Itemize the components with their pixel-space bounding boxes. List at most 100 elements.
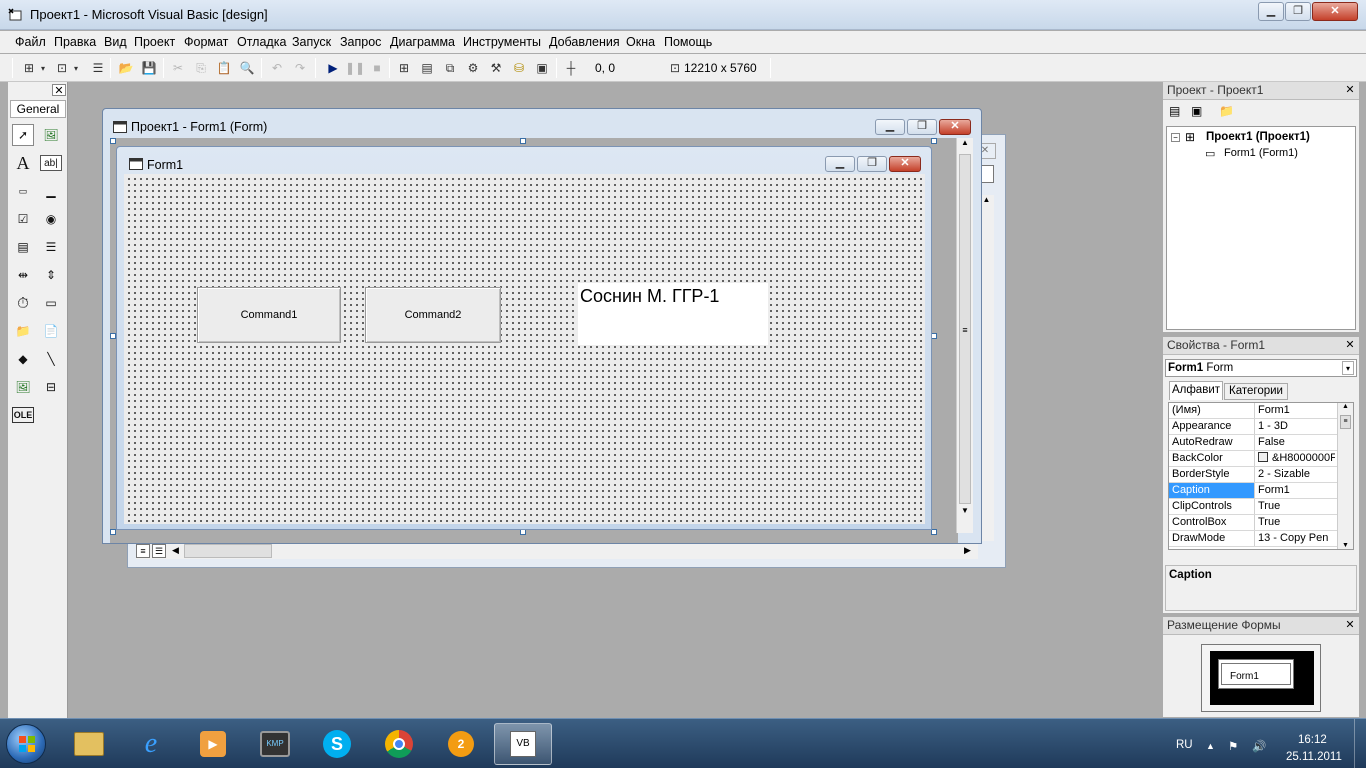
vscroll-thumb[interactable]: ≡ <box>1340 415 1351 429</box>
view-object-icon[interactable]: ▣ <box>1191 104 1207 120</box>
designer-minimize-button[interactable]: ▁ <box>875 119 905 135</box>
show-hidden-icons-icon[interactable]: ▲ <box>1206 741 1215 751</box>
cut-icon[interactable]: ✂ <box>169 59 187 77</box>
scroll-down-icon[interactable]: ▼ <box>957 506 973 515</box>
timer-tool-icon[interactable]: ⏱ <box>12 292 34 314</box>
line-tool-icon[interactable]: ╲ <box>40 348 62 370</box>
menu-tools[interactable]: Инструменты <box>463 35 541 49</box>
object-browser-icon[interactable]: ⚙ <box>464 59 482 77</box>
skype-taskbar-icon[interactable]: S <box>308 723 366 765</box>
scroll-up-icon[interactable]: ▲ <box>1338 403 1353 415</box>
scroll-up-icon[interactable]: ▲ <box>957 138 973 152</box>
textbox-tool-icon[interactable]: ab| <box>40 155 62 171</box>
minimize-button[interactable]: ▁ <box>1258 2 1284 21</box>
pointer-tool-icon[interactable]: ➚ <box>12 124 34 146</box>
vb6-taskbar-icon[interactable]: VB <box>494 723 552 765</box>
tab-categorized[interactable]: Категории <box>1224 383 1288 400</box>
explorer-taskbar-icon[interactable] <box>60 723 118 765</box>
menu-query[interactable]: Запрос <box>340 35 381 49</box>
property-value[interactable]: True <box>1255 515 1335 530</box>
hscroll-thumb[interactable] <box>184 544 272 558</box>
filelistbox-tool-icon[interactable]: 📄 <box>40 320 62 342</box>
layout-form-preview[interactable]: Form1 <box>1218 659 1294 689</box>
hscrollbar-tool-icon[interactable]: ⇹ <box>12 264 34 286</box>
property-value[interactable]: Form1 <box>1255 403 1335 418</box>
selection-handle[interactable] <box>110 138 116 144</box>
property-value[interactable]: 13 - Copy Pen <box>1255 531 1335 546</box>
property-row[interactable]: ControlBox True <box>1169 515 1353 531</box>
properties-panel-close-icon[interactable]: ✕ <box>1343 339 1357 351</box>
form1-client-grid[interactable] <box>124 174 925 524</box>
add-form-icon[interactable]: ⊡ <box>53 59 71 77</box>
tree-collapse-icon[interactable]: − <box>1171 133 1180 142</box>
menu-diagram[interactable]: Диаграмма <box>390 35 455 49</box>
toolbox-close-icon[interactable]: ✕ <box>52 84 66 97</box>
vscrollbar-tool-icon[interactable]: ⇕ <box>40 264 62 286</box>
title-bar[interactable]: Проект1 - Microsoft Visual Basic [design… <box>0 0 1366 30</box>
end-icon[interactable]: ■ <box>368 59 386 77</box>
form1-maximize-button[interactable]: ❐ <box>857 156 887 172</box>
vb-app-icon[interactable] <box>8 7 24 23</box>
menu-edit[interactable]: Правка <box>54 35 96 49</box>
property-row[interactable]: Caption Form1 <box>1169 483 1353 499</box>
start-icon[interactable]: ▶ <box>324 59 342 77</box>
checkbox-tool-icon[interactable]: ☑ <box>12 208 34 230</box>
find-icon[interactable]: 🔍 <box>238 59 256 77</box>
selection-handle[interactable] <box>520 138 526 144</box>
media-player-taskbar-icon[interactable]: ▶ <box>184 723 242 765</box>
save-project-icon[interactable]: 💾 <box>140 59 158 77</box>
optionbutton-tool-icon[interactable]: ◉ <box>40 208 62 230</box>
menu-editor-icon[interactable]: ☰ <box>89 59 107 77</box>
property-row[interactable]: Appearance 1 - 3D <box>1169 419 1353 435</box>
project-panel-close-icon[interactable]: ✕ <box>1343 84 1357 96</box>
commandbutton-tool-icon[interactable]: ▁ <box>40 180 62 202</box>
property-row[interactable]: BackColor &H8000000F <box>1169 451 1353 467</box>
menu-format[interactable]: Формат <box>184 35 228 49</box>
start-button[interactable] <box>6 724 46 764</box>
object-dropdown-icon[interactable]: ▾ <box>1342 361 1354 375</box>
designer-close-button[interactable]: ✕ <box>939 119 971 135</box>
label1[interactable]: Соснин М. ГГР-1 <box>578 283 768 345</box>
command2-button[interactable]: Command2 <box>365 287 501 343</box>
form-layout-icon[interactable]: ⧉ <box>441 59 459 77</box>
property-value[interactable]: False <box>1255 435 1335 450</box>
language-indicator[interactable]: RU <box>1176 739 1193 751</box>
chrome-taskbar-icon[interactable] <box>370 723 428 765</box>
ie-taskbar-icon[interactable]: e <box>122 723 180 765</box>
combobox-tool-icon[interactable]: ▤ <box>12 236 34 258</box>
label-tool-icon[interactable]: A <box>12 152 34 174</box>
property-value[interactable]: &H8000000F <box>1255 451 1335 466</box>
paste-icon[interactable]: 📋 <box>215 59 233 77</box>
ole-tool-icon[interactable]: OLE <box>12 407 34 423</box>
property-value[interactable]: 1 - 3D <box>1255 419 1335 434</box>
command1-button[interactable]: Command1 <box>197 287 341 343</box>
view-code-icon[interactable]: ▤ <box>1169 104 1185 120</box>
show-desktop-button[interactable] <box>1354 719 1366 768</box>
toolbox-icon[interactable]: ⚒ <box>487 59 505 77</box>
menu-help[interactable]: Помощь <box>664 35 712 49</box>
listbox-tool-icon[interactable]: ☰ <box>40 236 62 258</box>
dirlistbox-tool-icon[interactable]: 📁 <box>12 320 34 342</box>
menu-file[interactable]: Файл <box>15 35 46 49</box>
menu-window[interactable]: Окна <box>626 35 655 49</box>
scroll-left-icon[interactable]: ◀ <box>172 545 179 556</box>
frame-tool-icon[interactable]: ▭ <box>12 180 34 202</box>
scroll-right-icon[interactable]: ▶ <box>964 545 971 556</box>
property-row[interactable]: BorderStyle 2 - Sizable <box>1169 467 1353 483</box>
drivelistbox-tool-icon[interactable]: ▭ <box>40 292 62 314</box>
property-value[interactable]: True <box>1255 499 1335 514</box>
background-window-control[interactable] <box>980 165 994 183</box>
data-view-icon[interactable]: ⛁ <box>510 59 528 77</box>
object-selector[interactable]: Form1 Form ▾ <box>1165 359 1357 377</box>
maximize-button[interactable]: ❐ <box>1285 2 1311 21</box>
form1-node[interactable]: Form1 (Form1) <box>1224 147 1298 159</box>
redo-icon[interactable]: ↷ <box>291 59 309 77</box>
selection-handle[interactable] <box>931 138 937 144</box>
property-grid-vscroll[interactable]: ▲ ≡ ▼ <box>1337 403 1353 549</box>
designer-vscroll[interactable]: ▲ ≡ ▼ <box>956 138 973 533</box>
designer-restore-button[interactable]: ❐ <box>907 119 937 135</box>
undo-icon[interactable]: ↶ <box>268 59 286 77</box>
picturebox-tool-icon[interactable]: 🖼 <box>40 124 62 146</box>
image-tool-icon[interactable]: 🖼 <box>12 376 34 398</box>
project-explorer-icon[interactable]: ⊞ <box>395 59 413 77</box>
